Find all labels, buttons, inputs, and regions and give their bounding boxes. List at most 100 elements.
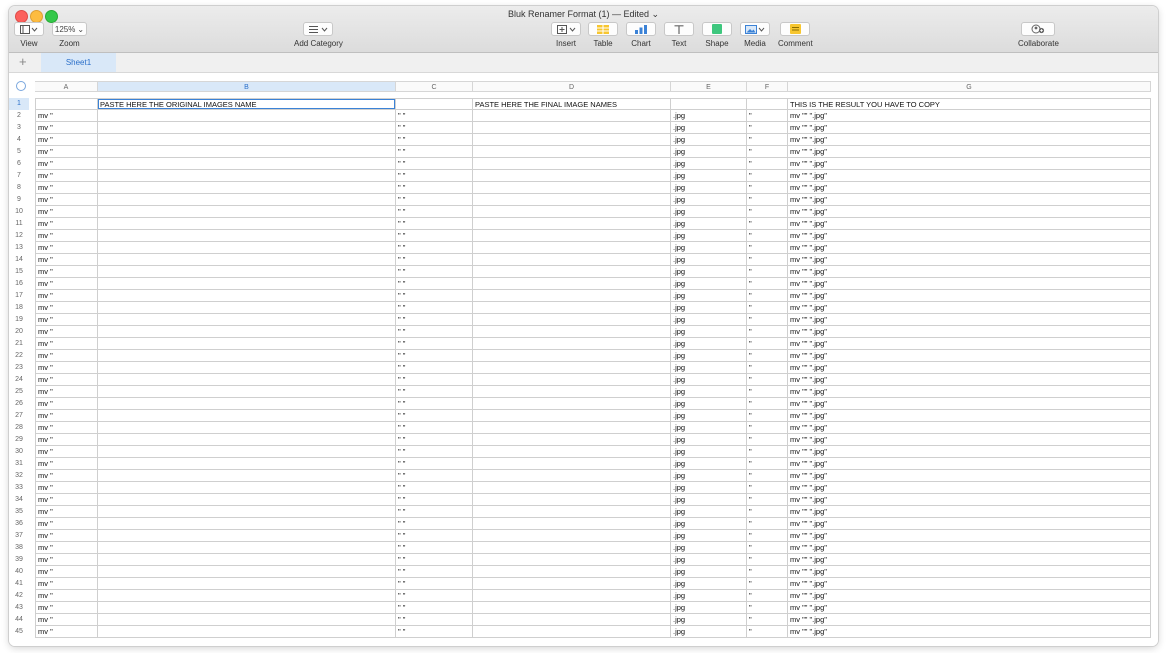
cell-c[interactable]: " " [396,566,473,578]
cell-d[interactable] [473,338,671,350]
cell-b[interactable] [98,578,396,590]
cell-b[interactable] [98,506,396,518]
row-number[interactable]: 23 [9,362,29,374]
zoom-button[interactable]: 125% ⌄ Zoom [52,22,87,48]
cell-e[interactable]: .jpg [671,146,747,158]
cell-a[interactable]: mv " [35,470,98,482]
cell-g[interactable]: mv "" ".jpg" [788,110,1151,122]
cell-f[interactable]: " [747,470,788,482]
cell-g[interactable]: mv "" ".jpg" [788,482,1151,494]
cell-b[interactable] [98,326,396,338]
cell-g[interactable]: mv "" ".jpg" [788,278,1151,290]
cell-g[interactable]: mv "" ".jpg" [788,194,1151,206]
cell-c[interactable]: " " [396,134,473,146]
cell-f[interactable]: " [747,254,788,266]
cell-d[interactable] [473,554,671,566]
cell-c[interactable]: " " [396,314,473,326]
row-number[interactable]: 35 [9,506,29,518]
cell-f[interactable]: " [747,482,788,494]
cell-d[interactable] [473,326,671,338]
cell-e[interactable]: .jpg [671,506,747,518]
cell-e[interactable] [671,98,747,110]
cell-e[interactable]: .jpg [671,350,747,362]
cell-d[interactable] [473,518,671,530]
cell-g[interactable]: mv "" ".jpg" [788,422,1151,434]
cell-c[interactable]: " " [396,254,473,266]
cell-d[interactable] [473,482,671,494]
cell-g[interactable]: mv "" ".jpg" [788,170,1151,182]
cell-d[interactable] [473,350,671,362]
cell-c[interactable]: " " [396,182,473,194]
cell-f[interactable]: " [747,422,788,434]
cell-c[interactable]: " " [396,434,473,446]
cell-e[interactable]: .jpg [671,362,747,374]
cell-g[interactable]: mv "" ".jpg" [788,374,1151,386]
row-number[interactable]: 26 [9,398,29,410]
cell-f[interactable]: " [747,458,788,470]
cell-b[interactable] [98,362,396,374]
cell-c[interactable]: " " [396,410,473,422]
cell-e[interactable]: .jpg [671,230,747,242]
cell-c[interactable]: " " [396,506,473,518]
cell-b[interactable] [98,518,396,530]
cell-b[interactable] [98,158,396,170]
cell-a[interactable]: mv " [35,146,98,158]
row-number[interactable]: 33 [9,482,29,494]
cell-e[interactable]: .jpg [671,446,747,458]
cell-a[interactable]: mv " [35,362,98,374]
cell-g[interactable]: mv "" ".jpg" [788,218,1151,230]
cell-e[interactable]: .jpg [671,458,747,470]
cell-c[interactable]: " " [396,386,473,398]
cell-d[interactable] [473,494,671,506]
cell-f[interactable]: " [747,578,788,590]
cell-d[interactable] [473,206,671,218]
cell-f[interactable]: " [747,602,788,614]
row-number[interactable]: 25 [9,386,29,398]
column-header-f[interactable]: F [747,81,788,92]
cell-a[interactable]: mv " [35,530,98,542]
cell-f[interactable]: " [747,506,788,518]
cell-f[interactable]: " [747,554,788,566]
cell-e[interactable]: .jpg [671,518,747,530]
cell-f[interactable]: " [747,194,788,206]
cell-g[interactable]: mv "" ".jpg" [788,494,1151,506]
cell-e[interactable]: .jpg [671,206,747,218]
cell-b[interactable] [98,566,396,578]
cell-a[interactable]: mv " [35,422,98,434]
cell-b[interactable] [98,386,396,398]
column-header-e[interactable]: E [671,81,747,92]
cell-e[interactable]: .jpg [671,170,747,182]
add-category-button[interactable]: Add Category [294,22,343,48]
row-number[interactable]: 1 [9,98,29,110]
cell-a[interactable] [35,98,98,110]
cell-a[interactable]: mv " [35,254,98,266]
cell-f[interactable]: " [747,626,788,638]
cell-e[interactable]: .jpg [671,626,747,638]
cell-a[interactable]: mv " [35,518,98,530]
row-number[interactable]: 12 [9,230,29,242]
cell-a[interactable]: mv " [35,266,98,278]
cell-g[interactable]: mv "" ".jpg" [788,470,1151,482]
cell-b[interactable] [98,350,396,362]
cell-d[interactable] [473,146,671,158]
cell-a[interactable]: mv " [35,578,98,590]
row-number[interactable]: 44 [9,614,29,626]
cell-e[interactable]: .jpg [671,266,747,278]
cell-e[interactable]: .jpg [671,254,747,266]
cell-a[interactable]: mv " [35,158,98,170]
row-number[interactable]: 8 [9,182,29,194]
cell-f[interactable]: " [747,266,788,278]
cell-b[interactable] [98,626,396,638]
cell-e[interactable]: .jpg [671,566,747,578]
cell-c[interactable]: " " [396,530,473,542]
cell-g[interactable]: mv "" ".jpg" [788,338,1151,350]
add-sheet-button[interactable]: + [19,54,27,70]
cell-c[interactable]: " " [396,470,473,482]
cell-g[interactable]: mv "" ".jpg" [788,590,1151,602]
row-number[interactable]: 30 [9,446,29,458]
cell-e[interactable]: .jpg [671,530,747,542]
cell-d[interactable] [473,194,671,206]
cell-d[interactable] [473,170,671,182]
cell-b[interactable] [98,590,396,602]
cell-c[interactable]: " " [396,290,473,302]
